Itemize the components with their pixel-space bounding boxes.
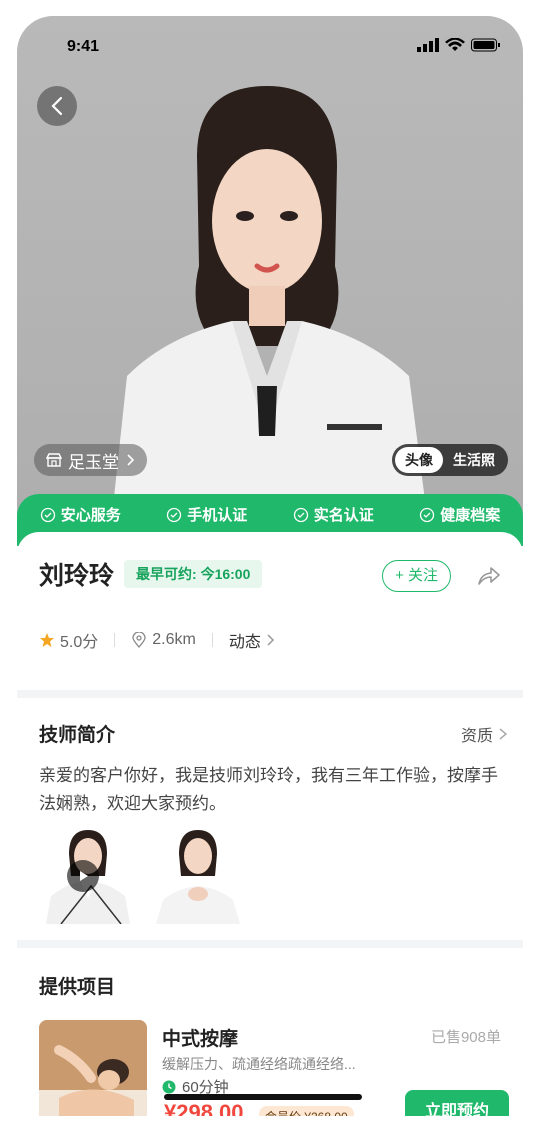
store-chip[interactable]: 足玉堂	[34, 444, 147, 476]
earliest-available-badge: 最早可约: 今16:00	[124, 560, 263, 588]
member-price-badge: 会员价 ¥268.00	[259, 1106, 354, 1116]
status-icons	[417, 38, 501, 52]
hero-photo: 9:41 足玉堂 头像 生活照	[17, 16, 523, 516]
intro-text: 亲爱的客户你好，我是技师刘玲玲，我有三年工作验，按摩手法娴熟，欢迎大家预约。	[39, 766, 498, 813]
meta-row: 5.0分 2.6km 动态	[39, 628, 277, 652]
chevron-left-icon	[51, 96, 63, 116]
profile-card: 刘玲玲 最早可约: 今16:00 + 关注 5.0分 2.6km 动态 技师简介…	[17, 532, 523, 1116]
chevron-right-icon	[267, 634, 274, 646]
wifi-icon	[445, 38, 465, 51]
services-title: 提供项目	[39, 977, 116, 998]
check-badge-icon	[167, 507, 182, 522]
service-description: 缓解压力、疏通经络疏通经络...	[162, 1056, 356, 1072]
section-divider	[17, 690, 523, 698]
follow-button[interactable]: + 关注	[382, 560, 451, 592]
name-row: 刘玲玲 最早可约: 今16:00 + 关注	[39, 552, 503, 596]
check-badge-icon	[40, 507, 55, 522]
rating-value: 5.0分	[60, 634, 99, 651]
status-time: 9:41	[67, 38, 100, 55]
service-image	[39, 1020, 147, 1116]
dynamics-link[interactable]: 动态	[229, 628, 261, 652]
divider	[211, 633, 213, 647]
massage-photo	[39, 1020, 147, 1116]
service-item[interactable]: 中式按摩 已售908单 缓解压力、疏通经络疏通经络... 60分钟 ¥298.0…	[39, 1020, 509, 1116]
service-price: ¥298.00	[164, 1100, 244, 1116]
service-name: 中式按摩	[162, 1029, 239, 1050]
qualification-label: 资质	[460, 728, 493, 745]
book-now-button[interactable]: 立即预约	[405, 1090, 509, 1116]
badge-label: 健康档案	[440, 507, 501, 524]
badge-label: 实名认证	[313, 507, 374, 524]
badge-item: 安心服务	[40, 504, 121, 525]
badge-item: 健康档案	[419, 504, 500, 525]
play-icon	[80, 871, 88, 881]
intro-title: 技师简介	[39, 725, 116, 746]
badge-item: 手机认证	[166, 504, 247, 525]
section-divider	[17, 940, 523, 948]
badge-label: 安心服务	[60, 507, 121, 524]
store-name: 足玉堂	[68, 452, 119, 472]
check-badge-icon	[293, 507, 308, 522]
chevron-right-icon	[499, 728, 508, 740]
star-icon	[40, 633, 54, 647]
service-sold-count: 已售908单	[430, 1029, 501, 1046]
status-bar: 9:41	[17, 16, 523, 72]
location-pin-icon	[132, 632, 146, 648]
intro-photo-thumbnail[interactable]	[151, 824, 245, 924]
check-badge-icon	[420, 507, 435, 522]
signal-icon	[417, 38, 439, 52]
photo-thumbnail-image	[156, 830, 240, 924]
phone-screen: 9:41 足玉堂 头像 生活照 安心服务 手机认证 实名认证 健康档案 刘玲玲 …	[17, 16, 523, 1116]
technician-portrait	[112, 86, 427, 516]
photo-toggle[interactable]: 头像 生活照	[392, 444, 508, 476]
home-indicator	[164, 1094, 362, 1100]
intro-video-thumbnail[interactable]	[41, 824, 135, 924]
tab-life-photos[interactable]: 生活照	[443, 447, 505, 473]
clock-icon	[162, 1080, 176, 1093]
chevron-right-icon	[127, 454, 135, 466]
badge-item: 实名认证	[293, 504, 374, 525]
store-icon	[46, 453, 62, 467]
back-button[interactable]	[37, 86, 77, 126]
tab-avatar[interactable]: 头像	[395, 447, 443, 473]
badge-label: 手机认证	[187, 507, 248, 524]
technician-name: 刘玲玲	[39, 562, 115, 590]
distance-value: 2.6km	[152, 631, 196, 648]
play-button[interactable]	[67, 860, 99, 892]
divider	[114, 633, 116, 647]
battery-icon	[471, 38, 500, 52]
qualification-link[interactable]: 资质	[461, 722, 509, 746]
share-icon[interactable]	[473, 562, 503, 592]
